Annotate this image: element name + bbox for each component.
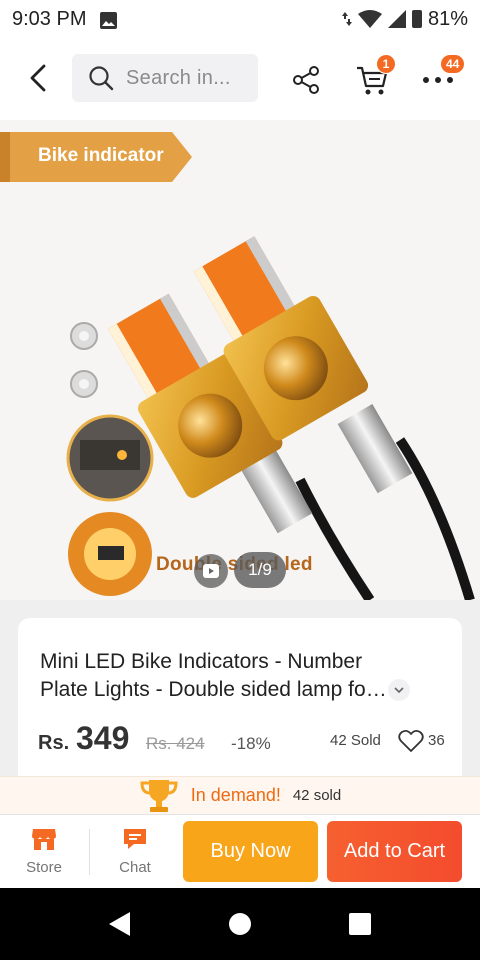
back-arrow-icon: [30, 64, 46, 92]
battery-percent: 81%: [427, 7, 468, 30]
nav-back-icon[interactable]: [106, 910, 134, 938]
image-counter: 1/9: [234, 552, 286, 588]
product-title-line2: Plate Lights - Double sided lamp for mot…: [40, 678, 392, 701]
play-video-button[interactable]: [194, 554, 228, 588]
original-price: Rs. 424: [146, 734, 205, 753]
top-header: Search in... 1 44: [0, 38, 480, 120]
store-icon: [32, 829, 56, 850]
category-tag-label: Bike indicator: [38, 145, 164, 166]
message-count-badge: 44: [440, 54, 466, 74]
demand-banner: In demand! 42 sold: [0, 776, 480, 814]
nav-recents-icon[interactable]: [346, 910, 374, 938]
product-image: [66, 236, 475, 600]
play-icon: [203, 564, 219, 578]
action-divider: [89, 829, 90, 875]
expand-title-button[interactable]: [388, 679, 410, 701]
back-button[interactable]: [20, 60, 56, 96]
wifi-icon: [357, 10, 382, 28]
cart-count-badge: 1: [376, 54, 396, 74]
status-bar: 9:03 PM 81%: [0, 0, 480, 38]
nav-home-icon[interactable]: [226, 910, 254, 938]
demand-label: In demand!: [190, 785, 281, 805]
more-button[interactable]: 44: [418, 54, 466, 100]
chat-button[interactable]: Chat: [105, 827, 165, 881]
wishlist-count: 36: [428, 732, 445, 749]
buy-now-button[interactable]: Buy Now: [183, 821, 318, 882]
share-icon: [293, 66, 319, 94]
signal-icon: [387, 10, 406, 28]
sold-count: 42 Sold: [330, 732, 381, 749]
search-input[interactable]: Search in...: [72, 54, 258, 102]
chevron-down-icon: [394, 687, 404, 694]
discount: -18%: [231, 734, 271, 753]
chat-icon: [124, 829, 146, 849]
status-time: 9:03 PM: [12, 7, 87, 30]
search-icon: [89, 66, 114, 91]
data-arrows-icon: [341, 12, 352, 26]
price: 349: [76, 720, 130, 756]
share-button[interactable]: [286, 60, 326, 100]
search-placeholder: Search in...: [126, 66, 231, 89]
store-label: Store: [26, 859, 62, 876]
cart-button[interactable]: 1: [352, 54, 396, 100]
demand-count: 42 sold: [292, 787, 342, 804]
image-notification-icon: [100, 11, 118, 29]
chat-label: Chat: [119, 859, 151, 876]
bottom-action-bar: Store Chat Buy Now Add to Cart: [0, 814, 480, 888]
battery-icon: [411, 10, 422, 28]
product-title-line1: Mini LED Bike Indicators - Number: [40, 650, 363, 673]
category-tag: Bike indicator: [0, 132, 192, 182]
system-nav-bar: [0, 888, 480, 960]
product-detail-page: 9:03 PM 81% Search in... 1 44 Bike indic…: [0, 0, 480, 960]
more-dots-icon: [423, 77, 453, 83]
price-row: Rs. 349 Rs. 424 -18% 42 Sold 36: [38, 720, 448, 760]
currency: Rs.: [38, 732, 70, 754]
product-image-gallery[interactable]: Bike indicator Double sided led 1/9: [0, 120, 480, 600]
heart-icon[interactable]: [398, 728, 424, 754]
product-title[interactable]: Mini LED Bike Indicators - Number Plate …: [40, 648, 400, 704]
trophy-icon: [140, 779, 178, 812]
store-button[interactable]: Store: [14, 827, 74, 881]
add-to-cart-button[interactable]: Add to Cart: [327, 821, 462, 882]
